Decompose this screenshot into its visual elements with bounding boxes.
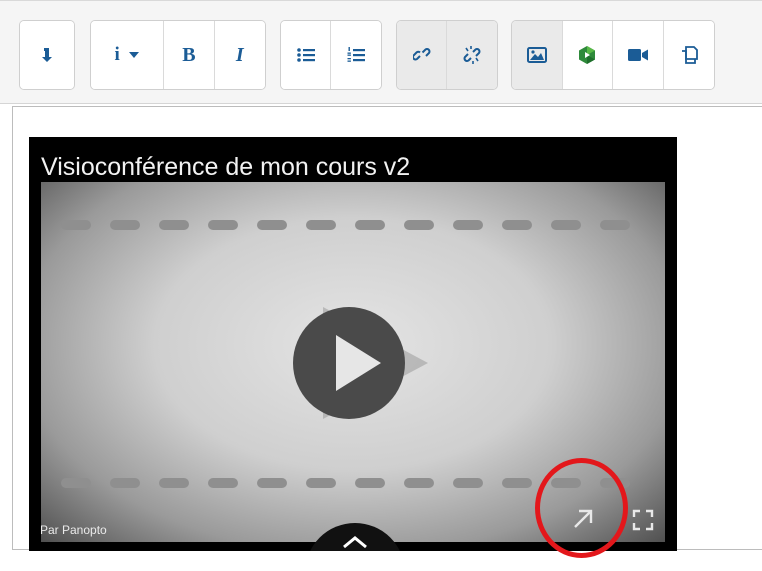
unordered-list-button[interactable]: [281, 21, 332, 89]
info-icon: i: [114, 44, 120, 65]
fullscreen-button[interactable]: [632, 509, 654, 531]
bold-button[interactable]: B: [164, 21, 215, 89]
panopto-logo-icon: [579, 46, 596, 64]
film-strip-bottom: [61, 478, 630, 488]
video-thumbnail[interactable]: [41, 182, 665, 542]
embedded-video-player[interactable]: Visioconférence de mon cours v2 Par Pano…: [29, 137, 677, 551]
arrow-down-icon: [42, 48, 52, 62]
chevron-up-icon: [343, 536, 367, 549]
video-camera-icon: [627, 49, 648, 61]
files-icon: [681, 46, 698, 64]
insert-image-button[interactable]: [512, 21, 563, 89]
unlink-icon: [463, 46, 481, 64]
collapse-toolbar-button[interactable]: [20, 21, 74, 89]
record-video-button[interactable]: [613, 21, 664, 89]
toolbar-group-media: [511, 20, 715, 90]
bold-label: B: [182, 43, 196, 66]
manage-files-button[interactable]: [663, 21, 714, 89]
editor-toolbar: i B I: [0, 0, 762, 104]
numbered-list-icon: [347, 47, 365, 62]
open-external-arrow-icon: [574, 509, 593, 528]
unlink-button[interactable]: [447, 21, 497, 89]
toolbar-group-formatting: i B I: [90, 20, 266, 90]
play-icon: [293, 307, 428, 419]
provider-label: Par Panopto: [40, 523, 107, 537]
image-icon: [526, 47, 547, 63]
italic-label: I: [235, 43, 244, 66]
toolbar-group-lists: [280, 20, 382, 90]
film-strip-top: [61, 220, 630, 230]
open-external-button[interactable]: [569, 505, 597, 533]
video-title: Visioconférence de mon cours v2: [41, 153, 411, 181]
ordered-list-button[interactable]: [331, 21, 381, 89]
link-button[interactable]: [397, 21, 448, 89]
italic-button[interactable]: I: [214, 21, 265, 89]
insert-media-button[interactable]: [562, 21, 613, 89]
link-icon: [412, 48, 430, 61]
toolbar-group-collapse: [19, 20, 75, 90]
caret-down-icon: [128, 52, 139, 58]
play-button[interactable]: [293, 297, 433, 432]
fullscreen-icon: [632, 509, 654, 531]
toolbar-group-links: [396, 20, 498, 90]
bulleted-list-icon: [296, 48, 315, 62]
paragraph-styles-button[interactable]: i: [91, 21, 165, 89]
